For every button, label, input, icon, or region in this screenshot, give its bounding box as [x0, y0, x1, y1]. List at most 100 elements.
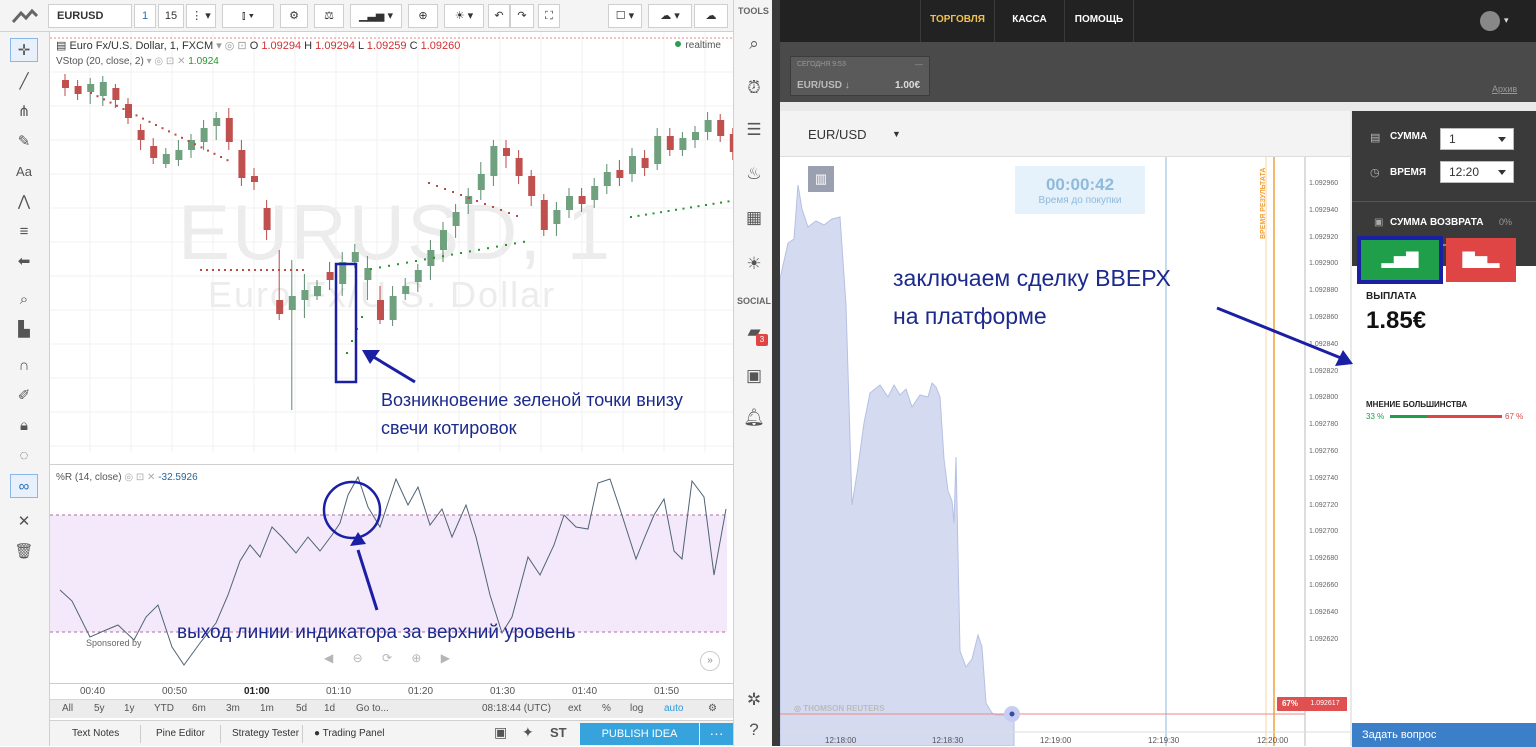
- nav-cashier[interactable]: КАССА: [994, 0, 1064, 42]
- range-button-5[interactable]: 3m: [226, 703, 240, 714]
- magnet-icon[interactable]: ∩: [10, 354, 38, 378]
- range-button-1[interactable]: 5y: [94, 703, 105, 714]
- candles-style-icon[interactable]: ⫾ ▾: [222, 4, 274, 28]
- publish-idea-button[interactable]: PUBLISH IDEA: [580, 723, 699, 745]
- interval-15-button[interactable]: 15: [158, 4, 184, 28]
- user-avatar[interactable]: [1480, 11, 1500, 31]
- user-menu-chevron-icon[interactable]: ▾: [1504, 15, 1509, 26]
- chart-type-icon[interactable]: ▥: [808, 166, 834, 192]
- stocktwits-icon[interactable]: ST: [550, 725, 567, 740]
- tab-pine-editor[interactable]: Pine Editor: [156, 728, 205, 739]
- tab-strategy-tester[interactable]: Strategy Tester: [232, 728, 299, 739]
- cloud-upload-icon[interactable]: ☁: [694, 4, 728, 28]
- compare-scales-icon[interactable]: ⚖: [314, 4, 344, 28]
- pair-selector[interactable]: EUR/USD ▼: [780, 111, 1350, 157]
- remove-tools-icon[interactable]: ✕: [10, 510, 38, 534]
- range-button-4[interactable]: 6m: [192, 703, 206, 714]
- arrow-icon[interactable]: ⬅: [10, 250, 38, 274]
- price-tick: 1.092720: [1309, 501, 1339, 509]
- scale-option-2[interactable]: log: [630, 703, 643, 714]
- range-button-6[interactable]: 1m: [260, 703, 274, 714]
- time-tick: 00:50: [162, 686, 188, 697]
- trash-icon[interactable]: 🗑︎: [10, 540, 38, 564]
- return-icon: ▣: [1374, 217, 1384, 228]
- snapshot-camera-icon[interactable]: ▣: [494, 724, 507, 741]
- redo-icon[interactable]: ↷: [510, 4, 534, 28]
- fullscreen-icon[interactable]: ⛶: [538, 4, 560, 28]
- text-tool-icon[interactable]: Aa: [10, 160, 38, 184]
- indicators-icon[interactable]: ▁▃▅ ▾: [350, 4, 402, 28]
- help-icon[interactable]: ?: [740, 716, 768, 744]
- hotlist-flame-icon[interactable]: ♨: [740, 160, 768, 188]
- platform-chart[interactable]: EUR/USD ▼ ▥ 00:00:42 Время до покупки за…: [780, 111, 1350, 746]
- crosshair-icon[interactable]: ✛: [10, 38, 38, 62]
- platform-top-nav: ТОРГОВЛЯ КАССА ПОМОЩЬ ▾: [780, 0, 1536, 42]
- tradingview-window: EURUSD 1 15 ⋮ ▾ ⫾ ▾ ⚙ ⚖ ▁▃▅ ▾ ⊕ ☀ ▾ ↶ ↷ …: [0, 0, 772, 746]
- tab-text-notes[interactable]: Text Notes: [72, 728, 119, 739]
- range-button-7[interactable]: 5d: [296, 703, 307, 714]
- price-tick: 1.092680: [1309, 555, 1339, 563]
- stay-drawing-icon[interactable]: ✐: [10, 384, 38, 408]
- deal-time: СЕГОДНЯ 9:53: [797, 61, 846, 68]
- price-chart[interactable]: EURUSD, 1 Euro Fx/U.S. Dollar ▤ Euro Fx/…: [50, 32, 733, 687]
- symbol-input[interactable]: EURUSD: [48, 4, 132, 28]
- range-button-2[interactable]: 1y: [124, 703, 135, 714]
- measure-icon[interactable]: ▙: [10, 318, 38, 342]
- sum-select[interactable]: 1: [1440, 128, 1514, 150]
- add-alert-icon[interactable]: ⊕: [408, 4, 438, 28]
- alerts-clock-icon[interactable]: ⏰︎: [740, 74, 768, 102]
- ideas-bulb-icon[interactable]: ☀ ▾: [444, 4, 484, 28]
- scale-option-0[interactable]: ext: [568, 703, 581, 714]
- tradingview-logo-icon[interactable]: [11, 8, 39, 24]
- annotation-deal-up-1: заключаем сделку ВВЕРХ: [893, 265, 1171, 291]
- brush-icon[interactable]: ✎: [10, 130, 38, 154]
- majority-up-value: 33 %: [1366, 412, 1385, 421]
- price-tick: 1.092800: [1309, 394, 1339, 402]
- publish-more-icon[interactable]: ···: [700, 723, 733, 745]
- tools-panel: TOOLS ⌕ ⏰︎ ☰ ♨ ▦ ☀ SOCIAL ▰ 3 ▣ 🔔︎ ✲ ?: [733, 0, 772, 746]
- deal-card[interactable]: СЕГОДНЯ 9:53 — EUR/USD ↓ 1.00€: [790, 56, 930, 96]
- range-button-3[interactable]: YTD: [154, 703, 174, 714]
- highlight-circle: [322, 480, 382, 540]
- zoom-icon[interactable]: ⌕: [10, 288, 38, 312]
- link-icon[interactable]: ∞: [10, 474, 38, 498]
- ask-question-button[interactable]: Задать вопрос: [1352, 723, 1536, 747]
- pattern-icon[interactable]: ⋀: [10, 190, 38, 214]
- data-window-icon[interactable]: ☰: [740, 116, 768, 144]
- undo-icon[interactable]: ↶: [488, 4, 510, 28]
- range-button-0[interactable]: All: [62, 703, 73, 714]
- tab-trading-panel[interactable]: ● Trading Panel: [314, 728, 385, 739]
- bug-report-icon[interactable]: ✲: [740, 686, 768, 714]
- trend-line-icon[interactable]: ╱: [10, 70, 38, 94]
- calendar-icon[interactable]: ▦: [740, 204, 768, 232]
- interval-button[interactable]: 1: [134, 4, 156, 28]
- reuters-text: THOMSON REUTERS: [803, 704, 885, 713]
- layout-icon[interactable]: ☐ ▾: [608, 4, 642, 28]
- scale-option-1[interactable]: %: [602, 703, 611, 714]
- reuters-label: ◎ THOMSON REUTERS: [794, 704, 885, 713]
- archive-link[interactable]: Архив: [1492, 84, 1517, 94]
- lock-icon[interactable]: 🔒︎: [10, 414, 38, 438]
- settings-gear-icon[interactable]: ⚙: [280, 4, 308, 28]
- messages-icon[interactable]: ▣: [740, 362, 768, 390]
- nav-trading[interactable]: ТОРГОВЛЯ: [920, 0, 994, 42]
- range-button-9[interactable]: Go to...: [356, 703, 389, 714]
- time-axis[interactable]: 00:40 00:50 01:00 01:10 01:20 01:30 01:40 01:50: [50, 683, 733, 699]
- put-down-button[interactable]: ▇▅▂: [1446, 238, 1516, 282]
- twitter-icon[interactable]: ✦: [522, 724, 534, 741]
- pitchfork-icon[interactable]: ⋔: [10, 100, 38, 124]
- nav-help[interactable]: ПОМОЩЬ: [1064, 0, 1134, 42]
- cloud-download-icon[interactable]: ☁ ▾: [648, 4, 692, 28]
- time-select[interactable]: 12:20: [1440, 161, 1514, 183]
- call-up-button[interactable]: ▂▅▇: [1357, 236, 1443, 284]
- range-button-8[interactable]: 1d: [324, 703, 335, 714]
- scale-option-3[interactable]: auto: [664, 703, 683, 714]
- interval-menu-icon[interactable]: ⋮ ▾: [186, 4, 216, 28]
- watchlist-search-icon[interactable]: ⌕: [740, 30, 768, 58]
- notifications-bell-icon[interactable]: 🔔︎: [740, 404, 768, 432]
- ideas-stream-icon[interactable]: ☀: [740, 250, 768, 278]
- chart-settings-icon[interactable]: ⚙: [708, 703, 717, 714]
- price-tick: 1.092780: [1309, 421, 1339, 429]
- fib-icon[interactable]: ≡: [10, 220, 38, 244]
- hide-eye-icon[interactable]: ◌: [10, 444, 38, 468]
